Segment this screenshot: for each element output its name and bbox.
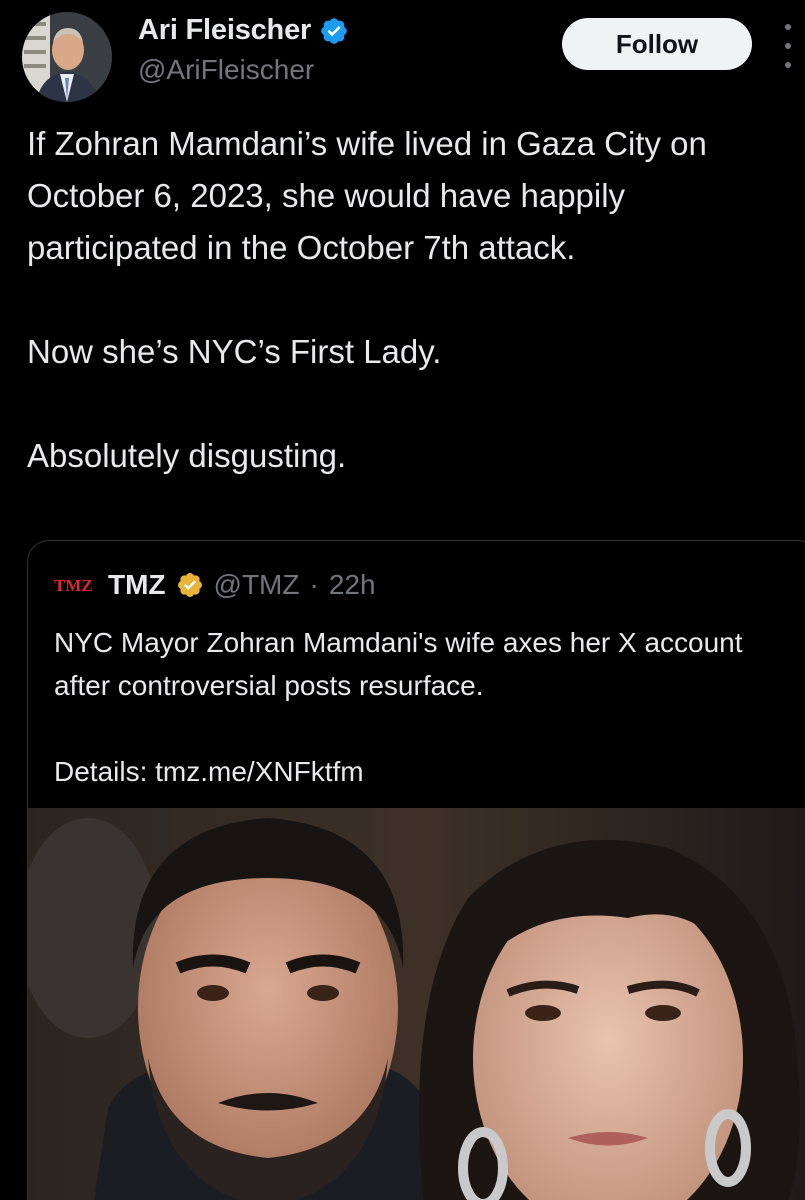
tmz-logo-text: TMZ: [54, 576, 93, 595]
quoted-handle[interactable]: @TMZ: [214, 569, 300, 601]
author-display-name[interactable]: Ari Fleischer: [138, 14, 311, 47]
tweet-paragraph-2: Now she’s NYC’s First Lady.: [27, 333, 442, 370]
author-name-row: Ari Fleischer: [138, 14, 349, 47]
verified-badge-icon: [321, 17, 347, 44]
avatar-photo-icon: [22, 12, 112, 102]
gold-verified-badge-icon: [177, 573, 202, 597]
quoted-text-line-1: NYC Mayor Zohran Mamdani's wife axes her…: [54, 627, 743, 701]
more-dot: [785, 24, 791, 30]
quoted-tweet-header: TMZ TMZ @TMZ · 22h: [54, 569, 376, 601]
tweet-page: Ari Fleischer @AriFleischer Follow If Zo…: [0, 0, 805, 1200]
author-avatar[interactable]: [22, 12, 112, 102]
author-handle[interactable]: @AriFleischer: [138, 54, 314, 86]
tweet-paragraph-1: If Zohran Mamdani’s wife lived in Gaza C…: [27, 125, 707, 266]
tmz-logo-icon[interactable]: TMZ: [54, 574, 98, 596]
follow-button[interactable]: Follow: [562, 18, 752, 70]
more-dot: [785, 43, 791, 49]
quoted-tweet-card[interactable]: TMZ TMZ @TMZ · 22h NYC Mayor Zohran Mamd…: [27, 540, 805, 1200]
more-options-icon[interactable]: [778, 24, 798, 68]
quoted-separator: ·: [309, 569, 319, 600]
tweet-text: If Zohran Mamdani’s wife lived in Gaza C…: [27, 118, 787, 482]
quoted-display-name[interactable]: TMZ: [108, 569, 166, 601]
quoted-tweet-text: NYC Mayor Zohran Mamdani's wife axes her…: [54, 621, 754, 793]
more-dot: [785, 62, 791, 68]
tweet-paragraph-3: Absolutely disgusting.: [27, 437, 347, 474]
photo-of-two-people-icon: [28, 808, 805, 1200]
quoted-text-line-2: Details: tmz.me/XNFktfm: [54, 756, 364, 787]
quoted-timestamp[interactable]: 22h: [329, 569, 376, 601]
quoted-media-image[interactable]: [28, 808, 805, 1200]
